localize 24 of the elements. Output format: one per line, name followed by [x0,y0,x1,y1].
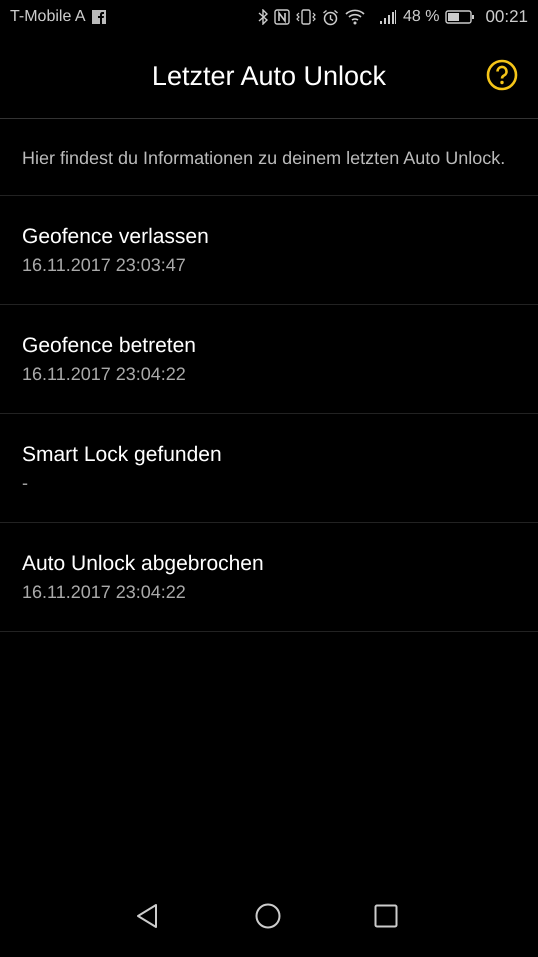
battery-percentage: 48 % [402,8,440,26]
signal-icon [378,9,397,25]
event-title: Auto Unlock abgebrochen [22,552,265,576]
wifi-icon [344,9,365,25]
screen-title: Letzter Auto Unlock [152,60,386,92]
event-value: 16.11.2017 23:04:22 [22,582,187,602]
alarm-icon [322,8,339,26]
info-text: Hier findest du Informationen zu deinem letzten Auto Unlock. [0,119,538,196]
vibrate-icon [296,9,316,25]
event-title: Geofence betreten [22,334,197,358]
event-title: Smart Lock gefunden [22,442,223,466]
help-icon[interactable] [486,59,518,91]
facebook-icon [92,10,106,24]
battery-icon [445,9,476,25]
recents-icon[interactable] [374,904,398,928]
nfc-icon [274,9,290,25]
carrier-name: T-Mobile A [10,8,86,26]
home-icon[interactable] [254,903,280,929]
clock-time: 00:21 [485,7,528,27]
event-value: 16.11.2017 23:04:22 [22,364,187,384]
event-value: 16.11.2017 23:03:47 [22,254,187,276]
event-value: - [22,472,29,494]
event-title: Geofence verlassen [22,224,210,248]
bluetooth-icon [258,9,268,25]
